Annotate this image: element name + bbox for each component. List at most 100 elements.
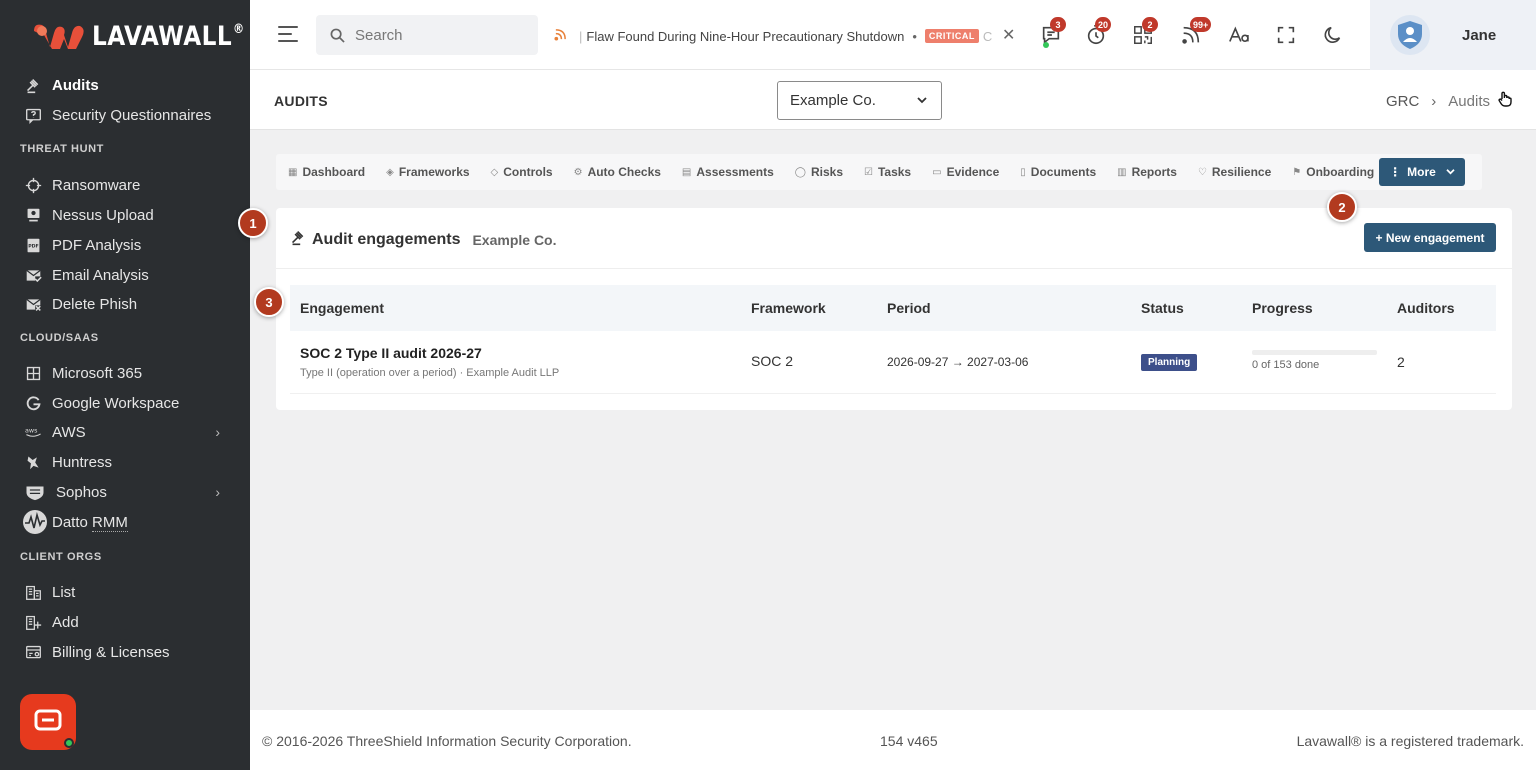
tab-resilience[interactable]: ♡ Resilience: [1198, 165, 1271, 179]
huntress-icon: [24, 453, 42, 471]
breadcrumb: GRC › Audits: [1386, 91, 1512, 111]
column-auditors[interactable]: Auditors: [1397, 300, 1455, 316]
logo-wordmark: LAVAWALL®: [92, 21, 245, 52]
document-icon: ▯: [1020, 166, 1026, 178]
tab-assessments[interactable]: ▤ Assessments: [682, 165, 774, 179]
table-row[interactable]: SOC 2 Type II audit 2026-27 Type II (ope…: [290, 331, 1496, 394]
search-input[interactable]: [355, 26, 515, 44]
sidebar-item-datto-rmm[interactable]: Datto RMM: [22, 510, 232, 534]
chevron-down-icon: [1446, 167, 1455, 178]
question-icon: [24, 106, 42, 124]
tab-documents[interactable]: ▯ Documents: [1020, 165, 1096, 179]
column-progress[interactable]: Progress: [1252, 300, 1313, 316]
sidebar-item-microsoft-365[interactable]: Microsoft 365: [24, 361, 234, 385]
ticker-divider: |: [579, 28, 583, 44]
column-period[interactable]: Period: [887, 300, 931, 316]
tab-controls[interactable]: ◇ Controls: [491, 165, 553, 179]
engagement-details: Type II (operation over a period) · Exam…: [300, 367, 560, 379]
messages-button[interactable]: 3: [1038, 17, 1066, 48]
organization-select[interactable]: Example Co.: [777, 81, 942, 120]
tab-label: Tasks: [877, 165, 912, 179]
google-icon: [24, 394, 42, 412]
font-size-button[interactable]: [1226, 22, 1252, 48]
shield-icon: [24, 483, 46, 501]
tab-evidence[interactable]: ▭ Evidence: [932, 165, 999, 179]
monitor-icon: [24, 206, 42, 224]
more-label: More: [1407, 165, 1436, 179]
more-tabs-button[interactable]: ⋮ More: [1379, 158, 1465, 186]
engagement-name[interactable]: SOC 2 Type II audit 2026-27: [300, 345, 482, 361]
tab-label: Resilience: [1211, 165, 1272, 179]
tab-dashboard[interactable]: ▦ Dashboard: [288, 165, 365, 179]
dark-mode-button[interactable]: [1320, 22, 1346, 48]
mail-check-icon: [24, 266, 42, 284]
new-engagement-button[interactable]: + New engagement: [1364, 223, 1496, 252]
avatar[interactable]: [1390, 15, 1430, 55]
sidebar-item-label: Microsoft 365: [52, 364, 143, 382]
timer-button[interactable]: 20: [1083, 17, 1112, 48]
organization-select-value: Example Co.: [790, 92, 876, 109]
chevron-right-icon[interactable]: ›: [215, 424, 220, 440]
column-framework[interactable]: Framework: [751, 300, 826, 316]
sidebar-item-list[interactable]: List: [24, 580, 234, 604]
gavel-icon: [24, 76, 42, 94]
ticker-close-icon[interactable]: ✕: [1002, 25, 1015, 45]
sidebar-item-add[interactable]: Add: [24, 610, 234, 634]
ticker-headline[interactable]: Flaw Found During Nine-Hour Precautionar…: [586, 29, 904, 44]
tab-frameworks[interactable]: ◈ Frameworks: [386, 165, 469, 179]
online-status-dot: [64, 738, 74, 748]
shield-check-icon: ◇: [490, 166, 499, 178]
tab-label: Reports: [1131, 165, 1177, 179]
sidebar-item-aws[interactable]: aws AWS ›: [24, 420, 234, 444]
sidebar-item-sophos[interactable]: Sophos ›: [24, 480, 234, 504]
column-engagement[interactable]: Engagement: [300, 300, 384, 316]
clipboard-icon: ▤: [681, 166, 692, 178]
sidebar-item-ransomware[interactable]: Ransomware: [24, 173, 234, 197]
tab-risks[interactable]: ◯ Risks: [795, 165, 843, 179]
fullscreen-button[interactable]: [1273, 22, 1299, 48]
user-menu[interactable]: Jane: [1370, 0, 1536, 70]
column-status[interactable]: Status: [1141, 300, 1184, 316]
svg-text:aws: aws: [25, 426, 37, 434]
search-box[interactable]: [316, 15, 538, 55]
mail-x-icon: [24, 295, 42, 313]
sidebar-item-label: AWS: [52, 423, 86, 441]
chevron-right-icon[interactable]: ›: [215, 484, 220, 500]
sidebar-item-email-analysis[interactable]: Email Analysis: [24, 263, 234, 287]
sidebar-item-huntress[interactable]: Huntress: [24, 450, 234, 474]
layers-icon: ◈: [386, 166, 394, 178]
breadcrumb-grc[interactable]: GRC: [1386, 93, 1419, 110]
feed-button[interactable]: 99+: [1178, 17, 1212, 48]
news-ticker[interactable]: | Flaw Found During Nine-Hour Precaution…: [554, 26, 994, 46]
sidebar-item-billing-licenses[interactable]: Billing & Licenses: [24, 640, 234, 664]
sidebar-item-delete-phish[interactable]: Delete Phish: [24, 292, 234, 316]
section-threat-hunt: THREAT HUNT: [20, 143, 104, 155]
sidebar-item-label: Security Questionnaires: [52, 106, 212, 124]
sidebar-item-label: Datto RMM: [52, 513, 128, 532]
sidebar-item-security-questionnaires[interactable]: Security Questionnaires: [24, 103, 234, 127]
page-header: AUDITS Example Co. GRC › Audits: [250, 70, 1536, 130]
tab-label: Dashboard: [302, 165, 366, 179]
sidebar-item-audits[interactable]: Audits: [24, 73, 234, 97]
sidebar-item-nessus-upload[interactable]: Nessus Upload: [24, 203, 234, 227]
step-marker-2: 2: [1327, 192, 1357, 222]
sidebar-item-google-workspace[interactable]: Google Workspace: [24, 391, 234, 415]
qr-button[interactable]: 2: [1130, 17, 1158, 48]
search-icon: [330, 28, 345, 43]
lavawall-logo[interactable]: LAVAWALL®: [32, 18, 250, 54]
grid-icon: [24, 364, 42, 382]
tab-onboarding[interactable]: ⚑ Onboarding: [1292, 165, 1374, 179]
tab-reports[interactable]: ▥ Reports: [1117, 165, 1177, 179]
footer-trademark: Lavawall® is a registered trademark.: [1296, 733, 1524, 749]
fullscreen-icon: [1277, 26, 1295, 44]
tab-auto-checks[interactable]: ⚙ Auto Checks: [574, 165, 661, 179]
sidebar-item-label: Nessus Upload: [52, 206, 154, 224]
tab-tasks[interactable]: ☑ Tasks: [864, 165, 911, 179]
card-title: Audit engagements Example Co.: [290, 229, 557, 251]
sidebar-item-pdf-analysis[interactable]: PDF PDF Analysis: [24, 233, 234, 257]
ticker-critical-badge: CRITICAL: [924, 29, 979, 43]
table-header: Engagement Framework Period Status Progr…: [290, 285, 1496, 331]
menu-toggle-icon[interactable]: [278, 26, 298, 44]
sidebar-item-label: Audits: [52, 76, 99, 94]
report-icon: ▥: [1117, 166, 1127, 178]
